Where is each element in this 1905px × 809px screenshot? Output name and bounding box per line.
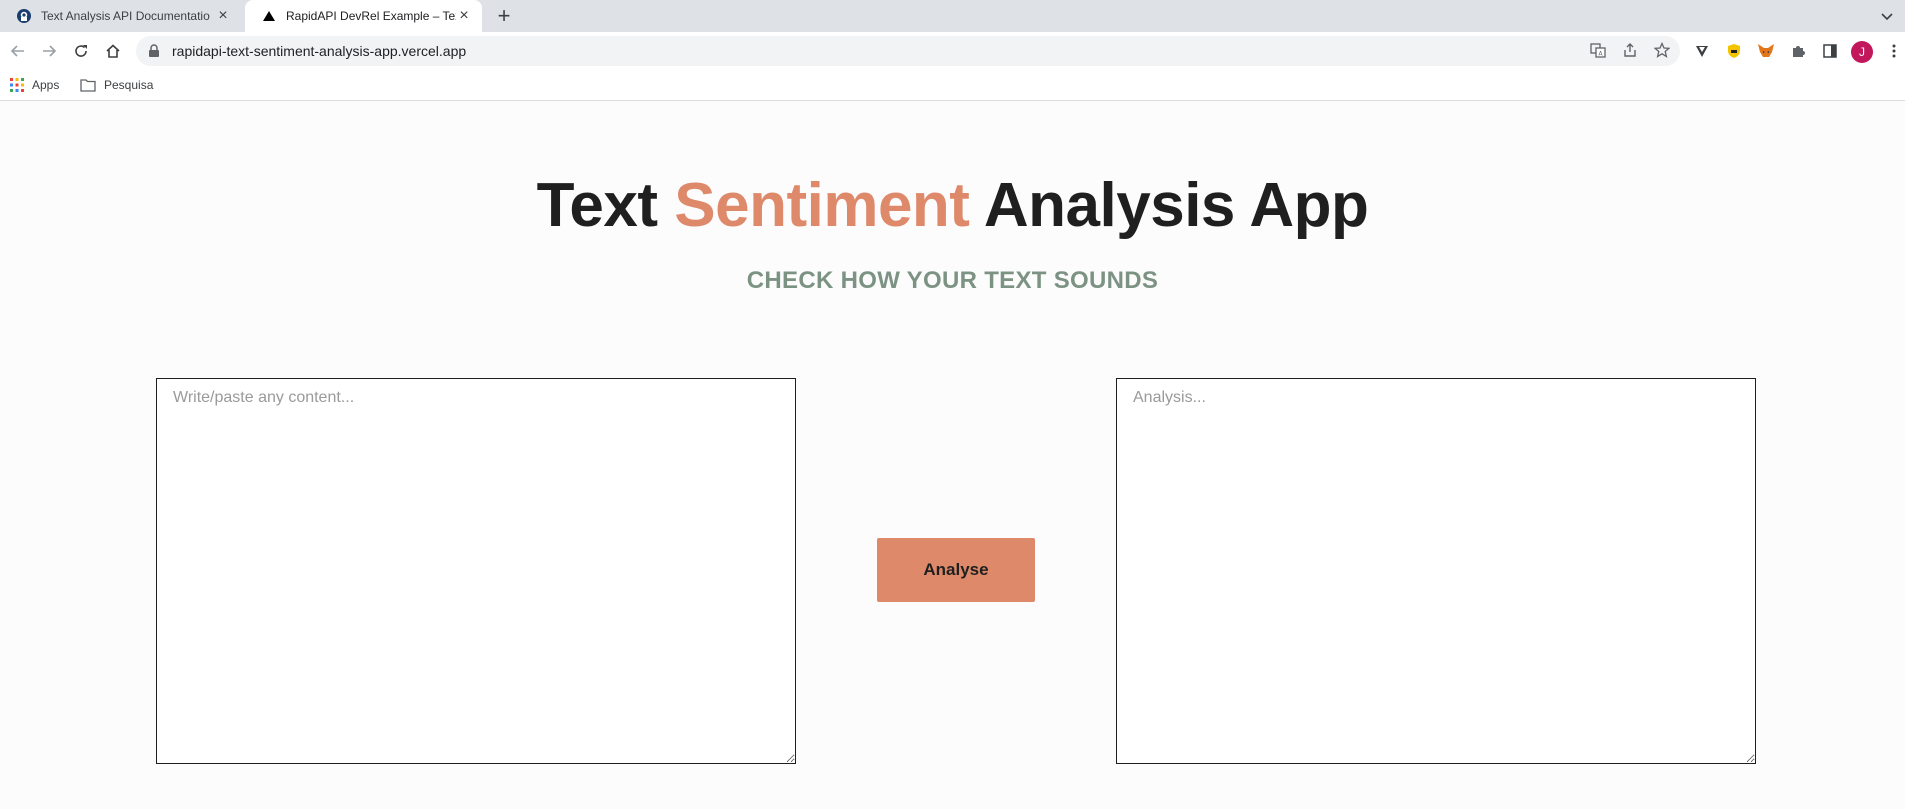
back-arrow-icon[interactable] <box>8 41 28 61</box>
extension-shield-icon[interactable] <box>1724 41 1744 61</box>
reload-icon[interactable] <box>71 41 91 61</box>
title-part-2: Analysis App <box>969 171 1369 240</box>
extension-v-icon[interactable] <box>1692 41 1712 61</box>
bookmark-apps[interactable]: Apps <box>10 76 59 94</box>
home-icon[interactable] <box>103 41 123 61</box>
title-accent: Sentiment <box>674 171 970 240</box>
side-panel-icon[interactable] <box>1820 41 1840 61</box>
apps-grid-icon <box>10 78 24 92</box>
bookmark-label: Pesquisa <box>104 78 154 92</box>
new-tab-button[interactable]: + <box>494 5 514 27</box>
extensions-puzzle-icon[interactable] <box>1788 41 1808 61</box>
bookmarks-bar: Apps Pesquisa <box>0 70 1905 101</box>
forward-arrow-icon[interactable] <box>39 41 59 61</box>
rapidapi-favicon-icon <box>16 8 32 24</box>
bookmark-star-icon[interactable] <box>1652 40 1672 60</box>
tab-text-analysis-docs[interactable]: Text Analysis API Documentatio × <box>0 0 241 32</box>
folder-icon <box>80 78 96 92</box>
page-title: Text Sentiment Analysis App <box>0 170 1905 241</box>
more-menu-icon[interactable] <box>1884 41 1904 61</box>
close-tab-icon[interactable]: × <box>215 8 231 24</box>
bookmark-folder-pesquisa[interactable]: Pesquisa <box>80 76 153 94</box>
analyse-button[interactable]: Analyse <box>877 538 1035 602</box>
share-icon[interactable] <box>1620 40 1640 60</box>
vercel-triangle-icon <box>261 8 277 24</box>
profile-avatar[interactable]: J <box>1851 41 1873 63</box>
page-content: Text Sentiment Analysis App CHECK HOW YO… <box>0 102 1905 809</box>
address-bar[interactable]: rapidapi-text-sentiment-analysis-app.ver… <box>136 36 1680 66</box>
tab-rapidapi-devrel-example[interactable]: RapidAPI DevRel Example – Tex × <box>245 0 482 32</box>
content-input[interactable] <box>156 378 796 764</box>
tab-title: Text Analysis API Documentatio <box>41 9 210 23</box>
page-subtitle: CHECK HOW YOUR TEXT SOUNDS <box>746 267 1159 294</box>
tab-strip: Text Analysis API Documentatio × RapidAP… <box>0 0 1905 32</box>
close-tab-icon[interactable]: × <box>456 8 472 24</box>
tab-title: RapidAPI DevRel Example – Tex <box>286 9 456 23</box>
analysis-output[interactable] <box>1116 378 1756 764</box>
url-text: rapidapi-text-sentiment-analysis-app.ver… <box>172 43 467 59</box>
metamask-fox-icon[interactable] <box>1756 41 1776 61</box>
chevron-down-icon[interactable] <box>1879 8 1895 24</box>
bookmark-label: Apps <box>32 78 60 92</box>
lock-icon[interactable] <box>148 44 160 58</box>
title-part-1: Text <box>536 171 675 240</box>
browser-toolbar: rapidapi-text-sentiment-analysis-app.ver… <box>0 32 1905 70</box>
translate-icon[interactable]: A <box>1588 40 1608 60</box>
